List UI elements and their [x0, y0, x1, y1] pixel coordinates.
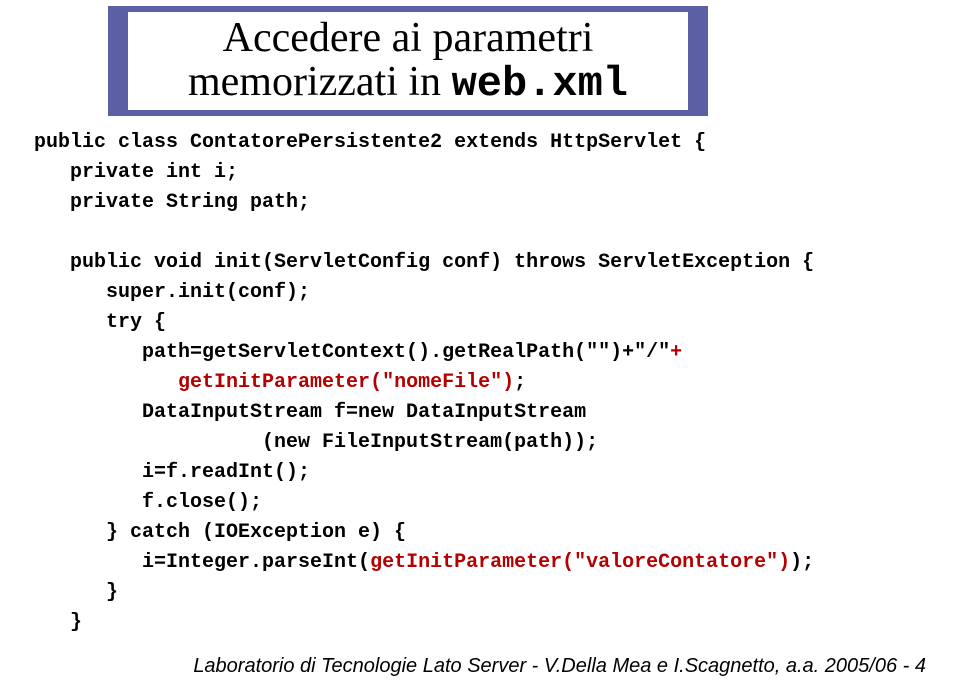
code-l16: } [34, 581, 118, 604]
code-l1: public class ContatorePersistente2 exten… [34, 131, 706, 154]
code-l9c: ; [514, 371, 526, 394]
code-l11: (new FileInputStream(path)); [34, 431, 598, 454]
code-l8b: + [670, 341, 682, 364]
code-l3: private String path; [34, 191, 310, 214]
code-l15c: ); [790, 551, 814, 574]
code-l9a [34, 371, 178, 394]
code-l8a: path=getServletContext().getRealPath("")… [34, 341, 670, 364]
code-block: public class ContatorePersistente2 exten… [34, 128, 814, 638]
code-l7: try { [34, 311, 166, 334]
slide-title-line2: memorizzati in web.xml [188, 60, 628, 106]
slide-title-box: Accedere ai parametri memorizzati in web… [128, 12, 688, 110]
code-l12: i=f.readInt(); [34, 461, 310, 484]
slide-title-line1: Accedere ai parametri [223, 16, 594, 60]
slide-title-band: Accedere ai parametri memorizzati in web… [108, 6, 708, 116]
code-l6: super.init(conf); [34, 281, 310, 304]
code-l10: DataInputStream f=new DataInputStream [34, 401, 586, 424]
code-l13: f.close(); [34, 491, 262, 514]
slide-footer: Laboratorio di Tecnologie Lato Server - … [193, 655, 926, 678]
code-l17: } [34, 611, 82, 634]
code-l2: private int i; [34, 161, 238, 184]
code-l5: public void init(ServletConfig conf) thr… [34, 251, 814, 274]
code-l15b: getInitParameter("valoreContatore") [370, 551, 790, 574]
slide-title-mono: web.xml [452, 60, 628, 108]
code-l14: } catch (IOException e) { [34, 521, 406, 544]
code-l9b: getInitParameter("nomeFile") [178, 371, 514, 394]
code-l15a: i=Integer.parseInt( [34, 551, 370, 574]
slide-title-line2-text: memorizzati in [188, 59, 452, 105]
